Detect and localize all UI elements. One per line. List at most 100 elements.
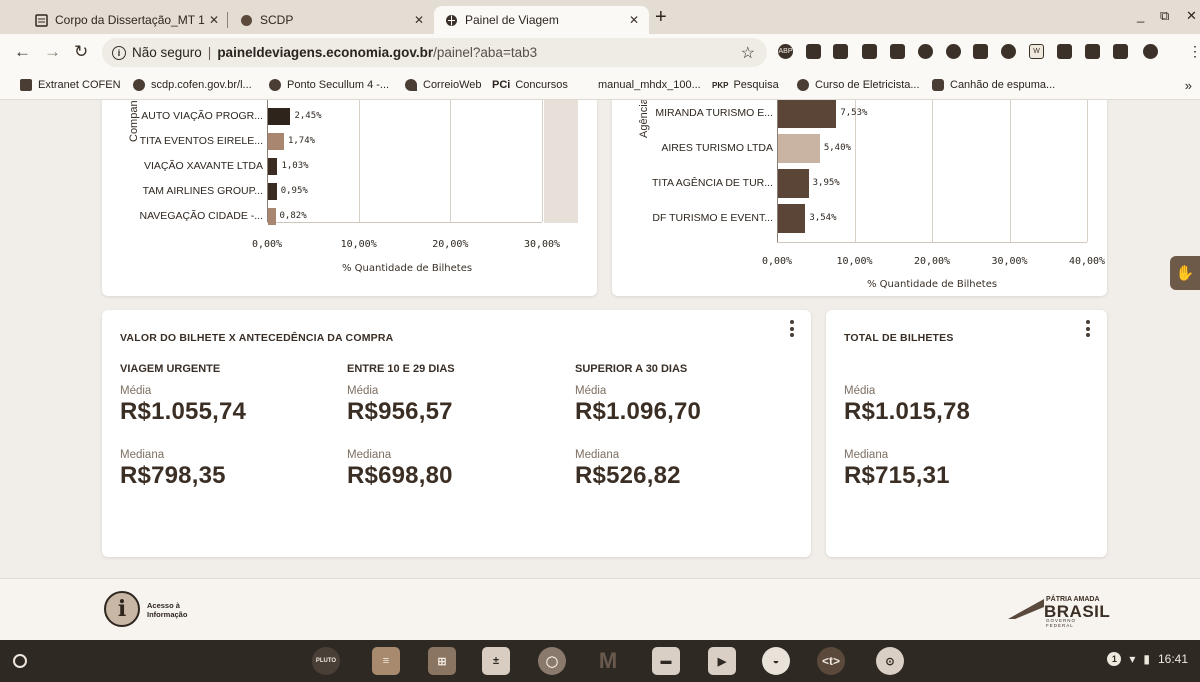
files-app-icon[interactable]: ▬ [652, 647, 680, 675]
bookmark-curso-eletricista[interactable]: Curso de Eletricista... [797, 79, 920, 91]
accessibility-hand-icon[interactable]: ✋ [1170, 256, 1200, 290]
x-tick-label: 30,00% [991, 256, 1028, 267]
reload-icon[interactable]: ↻ [74, 42, 88, 62]
close-window-icon[interactable]: ✕ [1186, 8, 1197, 24]
mediana-label: Mediana [844, 449, 889, 461]
bar[interactable] [268, 183, 277, 200]
extension-icon[interactable] [862, 44, 877, 59]
os-shelf: PLUTO ≡ ⊞ ± ◯ M ▬ ▶ ◒ <t> ⊙ 1 ▾ ▮ 16:41 [0, 640, 1200, 682]
bar[interactable] [778, 169, 809, 198]
chrome-app-icon[interactable]: ◯ [538, 647, 566, 675]
bookmark-star-icon[interactable]: ☆ [741, 43, 755, 63]
x-tick-label: 0,00% [761, 256, 793, 267]
extension-icon[interactable] [1113, 44, 1128, 59]
minimize-icon[interactable]: _ [1137, 8, 1144, 23]
tab-painel-viagem[interactable]: Painel de Viagem ✕ [434, 6, 649, 34]
close-icon[interactable]: ✕ [209, 13, 219, 27]
browser-app-icon[interactable]: ◒ [762, 647, 790, 675]
tab-dissertacao[interactable]: Corpo da Dissertação_MT 12-03 ✕ [24, 6, 229, 34]
bookmark-label: Concursos [515, 79, 568, 91]
media-value: R$1.055,74 [120, 398, 247, 425]
bar[interactable] [778, 134, 820, 163]
data-label: 3,54% [809, 212, 837, 223]
category-label: TITA AGÊNCIA DE TUR... [652, 176, 773, 189]
profile-icon[interactable] [1143, 44, 1158, 59]
restore-icon[interactable]: ⧉ [1160, 8, 1169, 24]
bar[interactable] [778, 100, 837, 128]
extension-icon[interactable] [890, 44, 905, 59]
category-label: VIAÇÃO XAVANTE LTDA [143, 159, 263, 172]
bookmark-pesquisa[interactable]: PKP Pesquisa [712, 79, 779, 91]
mediana-label: Mediana [575, 449, 620, 461]
media-label: Média [575, 385, 607, 397]
more-bookmarks-icon[interactable]: » [1185, 78, 1192, 93]
more-options-icon[interactable] [1086, 320, 1090, 340]
extension-icon[interactable] [973, 44, 988, 59]
system-tray[interactable]: 1 ▾ ▮ 16:41 [1107, 652, 1188, 666]
youtube-icon [932, 79, 944, 91]
bar[interactable] [268, 108, 291, 125]
browser-menu-icon[interactable]: ⋮ [1188, 43, 1200, 60]
more-options-icon[interactable] [790, 320, 794, 340]
bookmark-manual[interactable]: manual_mhdx_100... [598, 79, 701, 91]
bar[interactable] [778, 204, 806, 233]
bar[interactable] [268, 208, 276, 225]
valor-bilhete-card: VALOR DO BILHETE X ANTECEDÊNCIA DA COMPR… [102, 310, 811, 557]
url-separator: | [207, 45, 212, 60]
back-icon[interactable]: ← [14, 42, 31, 62]
close-icon[interactable]: ✕ [414, 13, 424, 27]
pluto-app-icon[interactable]: PLUTO [312, 647, 340, 675]
address-bar[interactable]: i Não seguro | paineldeviagens.economia.… [102, 38, 767, 67]
sheets-app-icon[interactable]: ⊞ [428, 647, 456, 675]
docs-app-icon[interactable]: ≡ [372, 647, 400, 675]
code-app-icon[interactable]: <t> [817, 647, 845, 675]
youtube-app-icon[interactable]: ▶ [708, 647, 736, 675]
bookmark-label: manual_mhdx_100... [598, 79, 701, 91]
launcher-icon[interactable] [13, 654, 27, 668]
adblock-extension-icon[interactable]: ABP [778, 44, 793, 59]
url-host: paineldeviagens.economia.gov.br [217, 45, 434, 60]
acesso-informacao-icon[interactable]: i [104, 591, 140, 627]
data-label: 0,82% [279, 210, 307, 221]
mediana-value: R$526,82 [575, 462, 681, 489]
extension-icon[interactable] [833, 44, 848, 59]
clock: 16:41 [1157, 652, 1188, 666]
acesso-informacao-link[interactable]: Acesso à Informação [147, 601, 187, 619]
bookmark-extranet-cofen[interactable]: Extranet COFEN [20, 79, 121, 91]
gmail-app-icon[interactable]: M [594, 647, 622, 675]
chart-zoom-band[interactable] [544, 100, 578, 223]
category-label: NAVEGAÇÃO CIDADE -... [139, 209, 264, 222]
extension-icon[interactable] [1001, 44, 1016, 59]
agencia-chart-card: Agência 0,00% 10,00% 20,00% 30,00% 40,00% MIR… [612, 100, 1107, 296]
new-tab-button[interactable]: + [655, 6, 667, 29]
media-value: R$1.096,70 [575, 398, 702, 425]
extension-icon[interactable] [806, 44, 821, 59]
extension-icon[interactable] [1057, 44, 1072, 59]
bookmark-concursos[interactable]: PCi Concursos [492, 79, 568, 91]
page-footer: i Acesso à Informação PÁTRIA AMADA BRASI… [0, 579, 1200, 640]
x-axis-line [777, 242, 1087, 243]
forward-icon[interactable]: → [44, 42, 61, 62]
bookmark-label: CorreioWeb [423, 79, 482, 91]
gridline [1009, 100, 1011, 242]
card-title: VALOR DO BILHETE X ANTECEDÊNCIA DA COMPR… [120, 332, 394, 344]
extension-icon[interactable] [946, 44, 961, 59]
brasil-logo: PÁTRIA AMADA BRASIL GOVERNO FEDERAL [1008, 596, 1110, 628]
bookmark-scdp[interactable]: scdp.cofen.gov.br/l... [133, 79, 252, 91]
chrome-canary-icon[interactable]: ⊙ [876, 647, 904, 675]
bar[interactable] [268, 133, 284, 150]
wikipedia-extension-icon[interactable]: W [1029, 44, 1044, 59]
extension-icon[interactable] [1085, 44, 1100, 59]
bookmark-ponto-secullum[interactable]: Ponto Secullum 4 -... [269, 79, 389, 91]
mediana-label: Mediana [347, 449, 392, 461]
close-icon[interactable]: ✕ [629, 13, 639, 27]
bookmark-correioweb[interactable]: CorreioWeb [405, 79, 482, 91]
bar[interactable] [268, 158, 278, 175]
calculator-app-icon[interactable]: ± [482, 647, 510, 675]
tab-scdp[interactable]: SCDP ✕ [229, 6, 434, 34]
category-label: AUTO VIAÇÃO PROGR... [141, 109, 263, 122]
info-icon[interactable]: i [112, 45, 126, 60]
bookmark-canhao-espuma[interactable]: Canhão de espuma... [932, 79, 1055, 91]
gridline [854, 100, 856, 242]
extension-icon[interactable] [918, 44, 933, 59]
